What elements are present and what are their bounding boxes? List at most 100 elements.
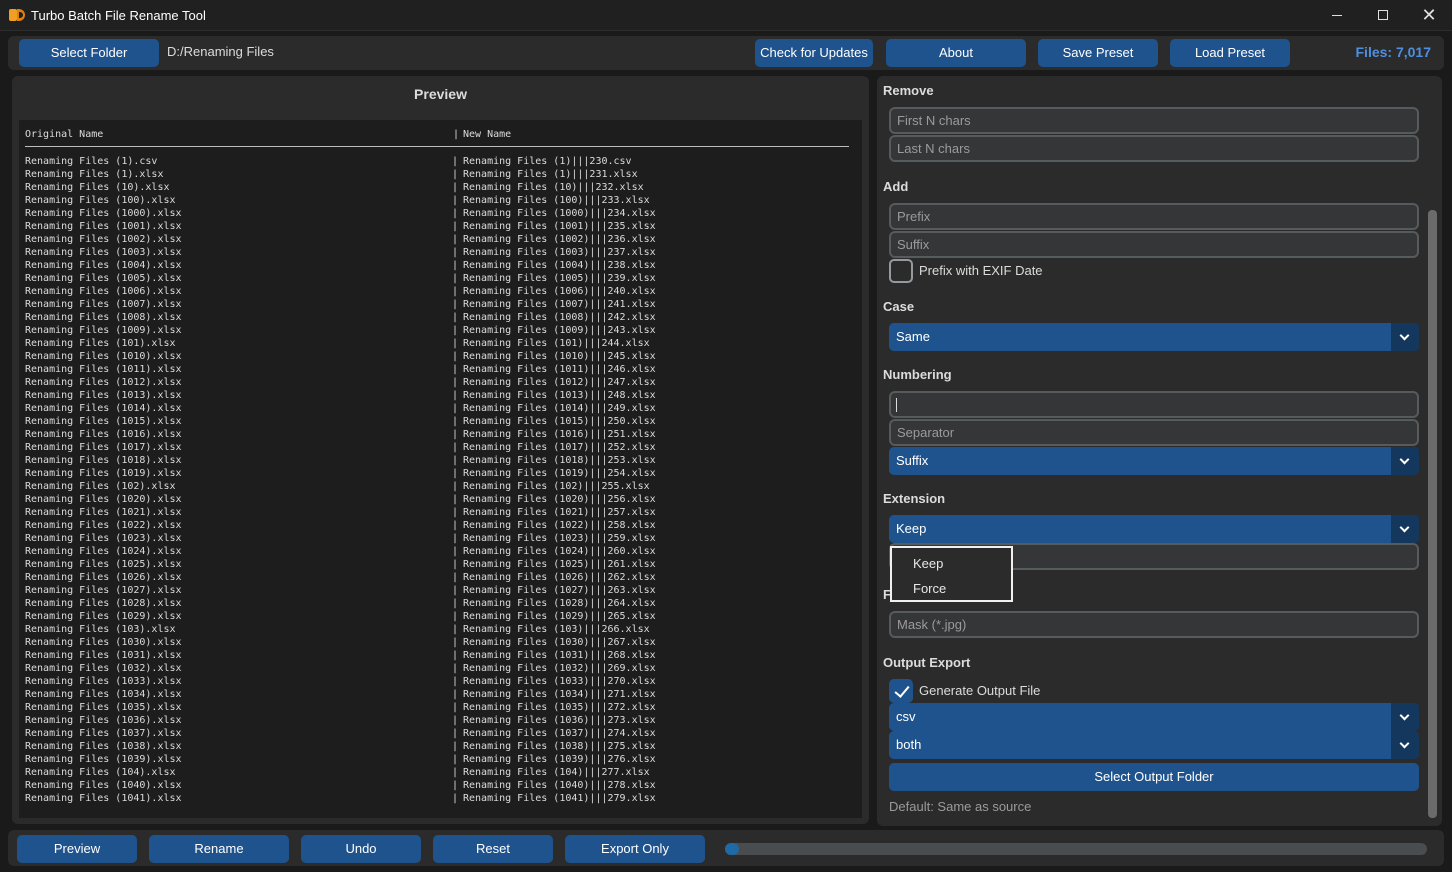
table-row: Renaming Files (103).xlsx | Renaming Files… xyxy=(25,623,855,636)
original-name-cell: Renaming Files (1036).xlsx xyxy=(25,715,182,726)
new-name-cell: Renaming Files (1)|||231.xlsx xyxy=(463,169,638,180)
prefix-input[interactable]: Prefix xyxy=(889,203,1419,230)
chevron-down-icon[interactable] xyxy=(1391,731,1419,759)
menu-item-force[interactable]: Force xyxy=(913,581,946,596)
preview-rows: Renaming Files (1).csv | Renaming Files (1… xyxy=(25,155,855,805)
table-row: Renaming Files (1038).xlsx | Renaming File… xyxy=(25,740,855,753)
column-separator: | xyxy=(452,546,459,557)
menu-item-keep[interactable]: Keep xyxy=(913,556,943,571)
select-folder-button[interactable]: Select Folder xyxy=(19,39,159,67)
original-name-cell: Renaming Files (1033).xlsx xyxy=(25,676,182,687)
chevron-down-icon[interactable] xyxy=(1391,447,1419,475)
load-preset-button[interactable]: Load Preset xyxy=(1170,39,1290,67)
suffix-input[interactable]: Suffix xyxy=(889,231,1419,258)
app-logo-icon xyxy=(9,9,25,21)
new-name-cell: Renaming Files (1030)|||267.xlsx xyxy=(463,637,656,648)
folder-path: D:/Renaming Files xyxy=(167,44,274,59)
mask-input[interactable]: Mask (*.jpg) xyxy=(889,611,1419,638)
extension-dropdown-menu: Keep Force xyxy=(890,546,1013,602)
original-name-cell: Renaming Files (1).xlsx xyxy=(25,169,164,180)
numbering-position-dropdown[interactable]: Suffix xyxy=(889,447,1419,475)
original-name-cell: Renaming Files (1002).xlsx xyxy=(25,234,182,245)
preview-list[interactable]: Original Name | New Name Renaming Files … xyxy=(19,120,862,818)
column-separator: | xyxy=(452,247,459,258)
original-name-cell: Renaming Files (1031).xlsx xyxy=(25,650,182,661)
new-name-cell: Renaming Files (1033)|||270.xlsx xyxy=(463,676,656,687)
table-row: Renaming Files (1021).xlsx | Renaming File… xyxy=(25,506,855,519)
column-separator: | xyxy=(452,520,459,531)
select-output-folder-button[interactable]: Select Output Folder xyxy=(889,763,1419,791)
new-name-cell: Renaming Files (1032)|||269.xlsx xyxy=(463,663,656,674)
new-name-cell: Renaming Files (1011)|||246.xlsx xyxy=(463,364,656,375)
generate-output-checkbox[interactable] xyxy=(889,679,913,703)
original-name-cell: Renaming Files (100).xlsx xyxy=(25,195,176,206)
original-name-cell: Renaming Files (1013).xlsx xyxy=(25,390,182,401)
original-name-cell: Renaming Files (1).csv xyxy=(25,156,158,167)
new-name-cell: Renaming Files (1015)|||250.xlsx xyxy=(463,416,656,427)
original-name-cell: Renaming Files (1026).xlsx xyxy=(25,572,182,583)
case-dropdown[interactable]: Same xyxy=(889,323,1419,351)
original-name-cell: Renaming Files (1027).xlsx xyxy=(25,585,182,596)
maximize-icon[interactable] xyxy=(1360,0,1406,31)
table-row: Renaming Files (1002).xlsx | Renaming File… xyxy=(25,233,855,246)
output-mode-dropdown[interactable]: both xyxy=(889,731,1419,759)
chevron-down-icon[interactable] xyxy=(1391,323,1419,351)
original-name-cell: Renaming Files (1035).xlsx xyxy=(25,702,182,713)
preview-button[interactable]: Preview xyxy=(17,835,137,863)
table-row: Renaming Files (1008).xlsx | Renaming File… xyxy=(25,311,855,324)
column-separator: | xyxy=(452,754,459,765)
table-row: Renaming Files (1009).xlsx | Renaming File… xyxy=(25,324,855,337)
new-name-cell: Renaming Files (1016)|||251.xlsx xyxy=(463,429,656,440)
original-name-cell: Renaming Files (1008).xlsx xyxy=(25,312,182,323)
original-name-cell: Renaming Files (101).xlsx xyxy=(25,338,176,349)
column-separator: | xyxy=(452,702,459,713)
options-scrollbar[interactable] xyxy=(1428,210,1437,818)
rename-button[interactable]: Rename xyxy=(149,835,289,863)
chevron-down-icon[interactable] xyxy=(1391,515,1419,543)
table-row: Renaming Files (1026).xlsx | Renaming File… xyxy=(25,571,855,584)
about-button[interactable]: About xyxy=(886,39,1026,67)
new-name-cell: Renaming Files (1004)|||238.xlsx xyxy=(463,260,656,271)
remove-section-label: Remove xyxy=(883,83,934,98)
export-only-button[interactable]: Export Only xyxy=(565,835,705,863)
close-icon[interactable]: ✕ xyxy=(1406,0,1452,31)
original-name-cell: Renaming Files (102).xlsx xyxy=(25,481,176,492)
check-updates-button[interactable]: Check for Updates xyxy=(755,39,873,67)
original-name-cell: Renaming Files (1038).xlsx xyxy=(25,741,182,752)
new-name-cell: Renaming Files (1027)|||263.xlsx xyxy=(463,585,656,596)
column-separator: | xyxy=(452,403,459,414)
chevron-down-icon[interactable] xyxy=(1391,703,1419,731)
numbering-start-input[interactable] xyxy=(889,391,1419,418)
table-row: Renaming Files (1020).xlsx | Renaming File… xyxy=(25,493,855,506)
last-n-chars-input[interactable]: Last N chars xyxy=(889,135,1419,162)
original-name-cell: Renaming Files (1029).xlsx xyxy=(25,611,182,622)
reset-button[interactable]: Reset xyxy=(433,835,553,863)
output-format-dropdown[interactable]: csv xyxy=(889,703,1419,731)
table-row: Renaming Files (1036).xlsx | Renaming File… xyxy=(25,714,855,727)
column-separator: | xyxy=(452,442,459,453)
minimize-icon[interactable] xyxy=(1314,0,1360,31)
original-name-cell: Renaming Files (1018).xlsx xyxy=(25,455,182,466)
table-row: Renaming Files (1014).xlsx | Renaming File… xyxy=(25,402,855,415)
save-preset-button[interactable]: Save Preset xyxy=(1038,39,1158,67)
column-separator: | xyxy=(452,624,459,635)
column-separator: | xyxy=(452,611,459,622)
separator-input[interactable]: Separator xyxy=(889,419,1419,446)
extension-dropdown[interactable]: Keep xyxy=(889,515,1419,543)
text-cursor xyxy=(896,398,897,412)
table-row: Renaming Files (1010).xlsx | Renaming File… xyxy=(25,350,855,363)
table-row: Renaming Files (1024).xlsx | Renaming File… xyxy=(25,545,855,558)
column-separator: | xyxy=(452,728,459,739)
original-name-cell: Renaming Files (1022).xlsx xyxy=(25,520,182,531)
original-name-cell: Renaming Files (103).xlsx xyxy=(25,624,176,635)
undo-button[interactable]: Undo xyxy=(301,835,421,863)
new-name-cell: Renaming Files (10)|||232.xlsx xyxy=(463,182,644,193)
table-row: Renaming Files (1012).xlsx | Renaming File… xyxy=(25,376,855,389)
column-separator: | xyxy=(452,780,459,791)
first-n-chars-input[interactable]: First N chars xyxy=(889,107,1419,134)
exif-date-checkbox[interactable] xyxy=(889,259,913,283)
column-separator: | xyxy=(452,416,459,427)
table-row: Renaming Files (1005).xlsx | Renaming File… xyxy=(25,272,855,285)
original-name-cell: Renaming Files (10).xlsx xyxy=(25,182,170,193)
original-name-cell: Renaming Files (1006).xlsx xyxy=(25,286,182,297)
